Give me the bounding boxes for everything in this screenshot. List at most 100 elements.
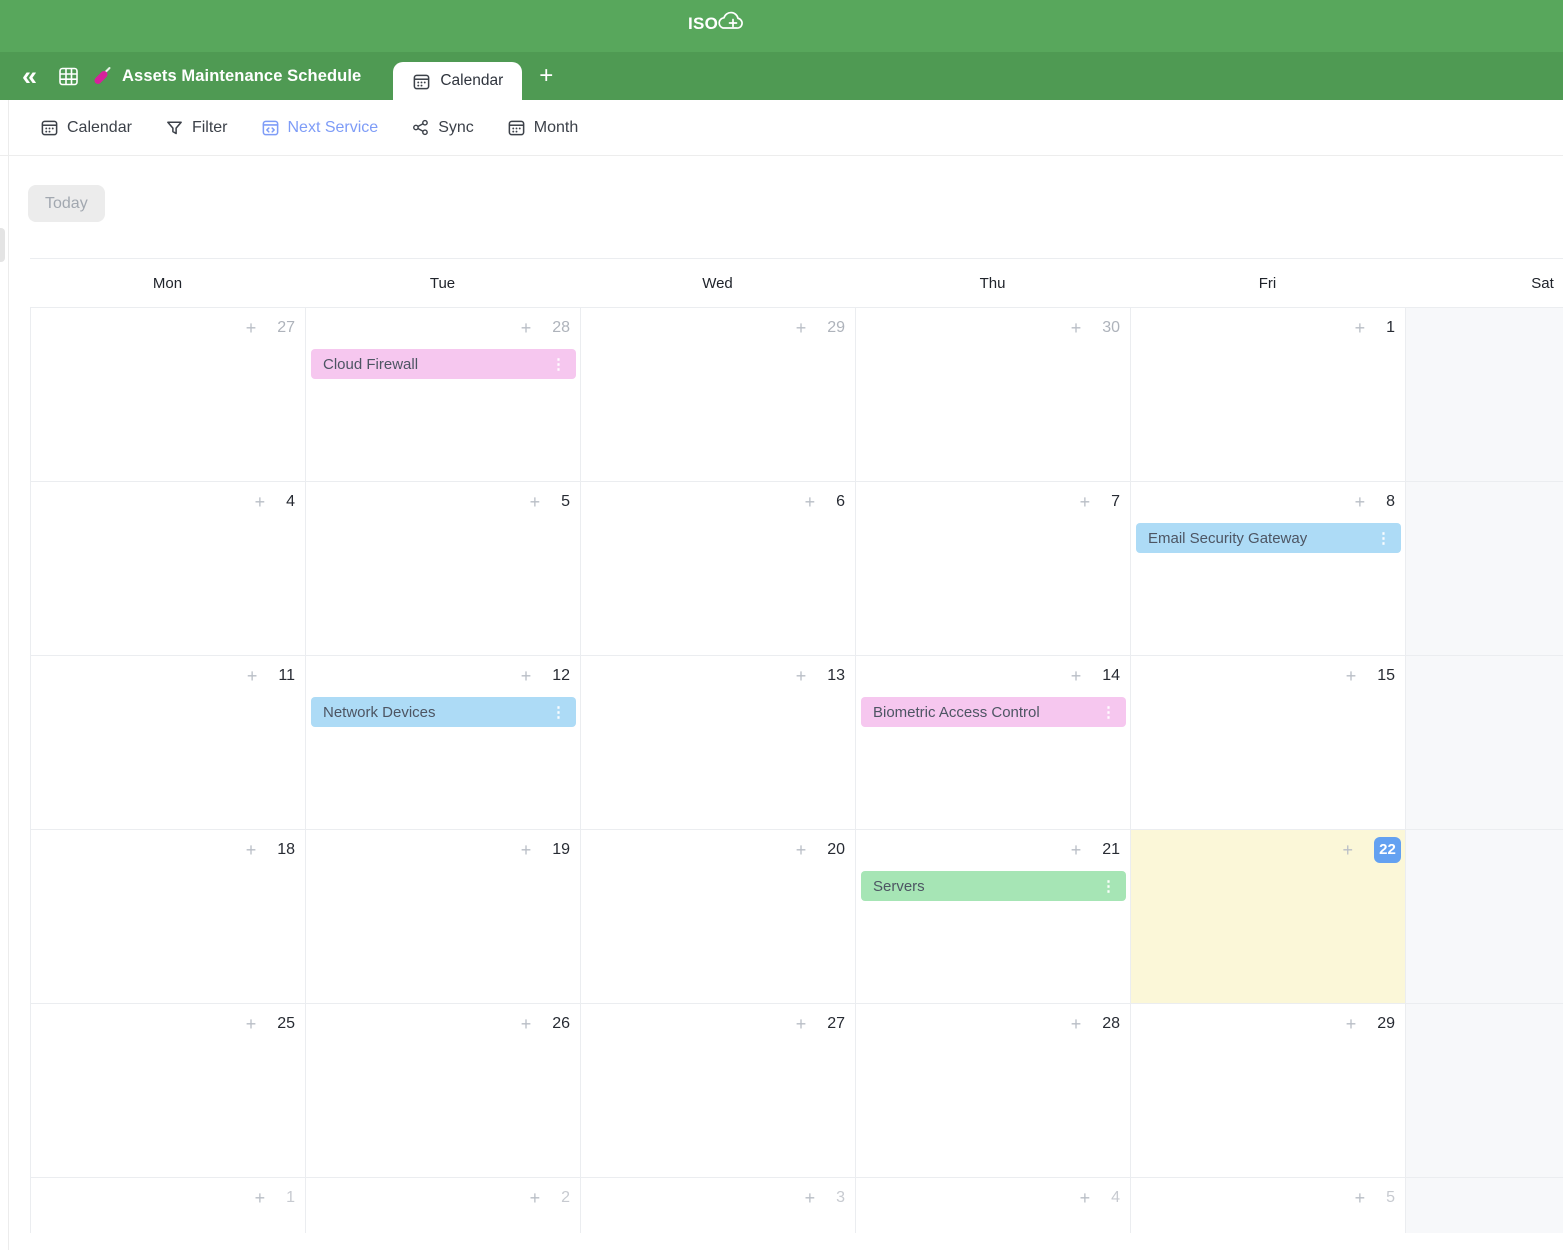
kebab-menu-icon[interactable]: ⋮ <box>1101 705 1116 720</box>
calendar-day-cell[interactable]: +1 <box>31 1177 306 1233</box>
calendar-day-cell[interactable]: +25 <box>31 1003 306 1177</box>
calendar-day-cell[interactable]: +29 <box>581 307 856 481</box>
add-record-icon[interactable]: + <box>1355 493 1366 511</box>
calendar-day-cell[interactable]: +7 <box>856 481 1131 655</box>
calendar-day-cell[interactable]: +13 <box>581 655 856 829</box>
add-record-icon[interactable]: + <box>796 667 807 685</box>
event-pill[interactable]: Biometric Access Control⋮ <box>861 697 1126 727</box>
cell-top: +5 <box>306 482 580 511</box>
event-pill[interactable]: Servers⋮ <box>861 871 1126 901</box>
calendar-day-cell[interactable]: +2 <box>306 1177 581 1233</box>
table-name-label[interactable]: Assets Maintenance Schedule <box>122 67 361 86</box>
calendar-day-cell[interactable]: +8Email Security Gateway⋮ <box>1131 481 1406 655</box>
add-record-icon[interactable]: + <box>1355 1189 1366 1207</box>
calendar-day-cell[interactable] <box>1406 655 1563 829</box>
calendar-day-cell[interactable]: +21Servers⋮ <box>856 829 1131 1003</box>
kebab-menu-icon[interactable]: ⋮ <box>1101 879 1116 894</box>
table-grid-icon[interactable] <box>57 65 80 88</box>
add-record-icon[interactable]: + <box>805 1189 816 1207</box>
calendar-day-cell[interactable] <box>1406 307 1563 481</box>
add-record-icon[interactable]: + <box>521 841 532 859</box>
add-record-icon[interactable]: + <box>246 841 257 859</box>
calendar-day-cell[interactable]: +4 <box>856 1177 1131 1233</box>
calendar-day-cell[interactable]: +28 <box>856 1003 1131 1177</box>
week-row: +25+26+27+28+29 <box>31 1003 1563 1177</box>
calendar-day-cell[interactable]: +14 Biometric Access Control⋮ <box>856 655 1131 829</box>
add-record-icon[interactable]: + <box>530 493 541 511</box>
calendar-day-cell[interactable]: +5 <box>306 481 581 655</box>
calendar-day-cell[interactable]: +12Network Devices⋮ <box>306 655 581 829</box>
calendar-day-cell[interactable]: +30 <box>856 307 1131 481</box>
toolbar-next-service-button[interactable]: Next Service <box>261 118 379 137</box>
add-record-icon[interactable]: + <box>1071 1015 1082 1033</box>
cell-top: +26 <box>306 1004 580 1033</box>
calendar-day-cell[interactable]: +27 <box>581 1003 856 1177</box>
add-record-icon[interactable]: + <box>1346 667 1357 685</box>
add-record-icon[interactable]: + <box>1342 841 1353 859</box>
add-record-icon[interactable]: + <box>796 1015 807 1033</box>
calendar-body: +27+28Cloud Firewall⋮+29+30+1+4+5+6+7+8E… <box>30 307 1563 1233</box>
calendar-day-cell[interactable]: +26 <box>306 1003 581 1177</box>
today-button[interactable]: Today <box>28 185 105 222</box>
kebab-menu-icon[interactable]: ⋮ <box>1376 531 1391 546</box>
calendar-day-cell[interactable]: +27 <box>31 307 306 481</box>
cell-top <box>1406 1178 1563 1189</box>
calendar-day-cell[interactable] <box>1406 1003 1563 1177</box>
cell-top: +22 <box>1131 830 1405 863</box>
kebab-menu-icon[interactable]: ⋮ <box>551 357 566 372</box>
calendar-day-cell[interactable] <box>1406 1177 1563 1233</box>
calendar-day-cell[interactable]: +4 <box>31 481 306 655</box>
tab-calendar[interactable]: Calendar <box>393 62 522 100</box>
day-number: 15 <box>1377 667 1395 685</box>
add-record-icon[interactable]: + <box>1346 1015 1357 1033</box>
calendar-day-cell[interactable]: +28Cloud Firewall⋮ <box>306 307 581 481</box>
add-record-icon[interactable]: + <box>255 493 266 511</box>
toolbar-filter-button[interactable]: Filter <box>165 118 228 137</box>
cell-top: +5 <box>1131 1178 1405 1207</box>
add-view-button[interactable]: + <box>539 64 553 88</box>
add-record-icon[interactable]: + <box>247 667 258 685</box>
add-record-icon[interactable]: + <box>1080 493 1091 511</box>
add-record-icon[interactable]: + <box>246 319 257 337</box>
event-pill[interactable]: Email Security Gateway⋮ <box>1136 523 1401 553</box>
cell-top: +14 <box>856 656 1130 685</box>
toolbar-month-button[interactable]: Month <box>507 118 578 137</box>
add-record-icon[interactable]: + <box>246 1015 257 1033</box>
calendar-day-cell[interactable]: +11 <box>31 655 306 829</box>
calendar-day-cell[interactable]: +20 <box>581 829 856 1003</box>
calendar-day-cell[interactable]: +29 <box>1131 1003 1406 1177</box>
toolbar-calendar-button[interactable]: Calendar <box>40 118 132 137</box>
add-record-icon[interactable]: + <box>521 319 532 337</box>
calendar-day-cell[interactable]: +22 <box>1131 829 1406 1003</box>
day-number: 27 <box>827 1015 845 1033</box>
add-record-icon[interactable]: + <box>796 841 807 859</box>
toolbar-sync-button[interactable]: Sync <box>411 118 474 137</box>
calendar-day-cell[interactable]: +18 <box>31 829 306 1003</box>
calendar-day-cell[interactable] <box>1406 829 1563 1003</box>
event-pill[interactable]: Network Devices⋮ <box>311 697 576 727</box>
add-record-icon[interactable]: + <box>255 1189 266 1207</box>
cell-top: +4 <box>31 482 305 511</box>
calendar-day-cell[interactable]: +5 <box>1131 1177 1406 1233</box>
add-record-icon[interactable]: + <box>521 1015 532 1033</box>
calendar-day-cell[interactable]: +3 <box>581 1177 856 1233</box>
add-record-icon[interactable]: + <box>530 1189 541 1207</box>
event-pill[interactable]: Cloud Firewall⋮ <box>311 349 576 379</box>
add-record-icon[interactable]: + <box>1071 667 1082 685</box>
add-record-icon[interactable]: + <box>1071 319 1082 337</box>
collapse-sidebar-button[interactable]: « <box>22 54 37 98</box>
add-record-icon[interactable]: + <box>796 319 807 337</box>
add-record-icon[interactable]: + <box>805 493 816 511</box>
calendar-day-cell[interactable]: +19 <box>306 829 581 1003</box>
add-record-icon[interactable]: + <box>521 667 532 685</box>
add-record-icon[interactable]: + <box>1080 1189 1091 1207</box>
calendar-day-cell[interactable]: +1 <box>1131 307 1406 481</box>
calendar-day-cell[interactable]: +15 <box>1131 655 1406 829</box>
add-record-icon[interactable]: + <box>1071 841 1082 859</box>
add-record-icon[interactable]: + <box>1355 319 1366 337</box>
cell-top: +18 <box>31 830 305 859</box>
kebab-menu-icon[interactable]: ⋮ <box>551 705 566 720</box>
calendar-day-cell[interactable] <box>1406 481 1563 655</box>
calendar-day-cell[interactable]: +6 <box>581 481 856 655</box>
expand-sidebar-handle[interactable] <box>0 228 5 262</box>
